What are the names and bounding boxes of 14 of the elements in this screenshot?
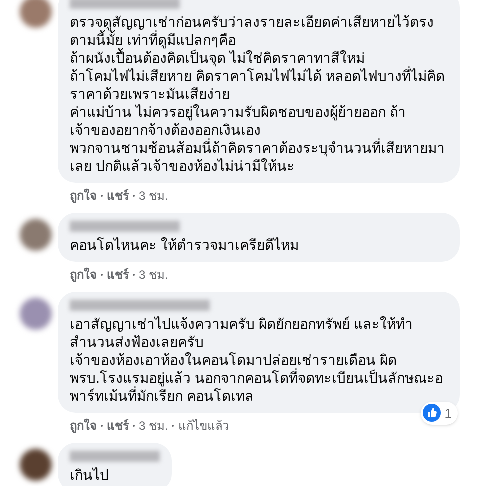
timestamp[interactable]: 3 ชม. (139, 187, 168, 205)
action-link[interactable]: ถูกใจ (70, 266, 97, 284)
action-link[interactable]: ถูกใจ (70, 187, 97, 205)
action-link[interactable]: แชร์ (107, 417, 129, 435)
action-link[interactable]: แชร์ (107, 187, 129, 205)
comment-text: เกินไป (70, 466, 110, 484)
reaction-badge[interactable]: 1 (420, 402, 458, 425)
comment-text: ตรวจดูสัญญาเช่าก่อนครับว่าลงรายละเอียดค่าเสียหายไว้ตรงตามนี้มั้ย เท่าที่ดูมีแปลกๆคือ ถ้าผนังเปื้อนต้องคิดเป็นจุด ไม่ใช่คิดราคาทาสีใหม่ ถ้าโคมไฟไม่เสียหาย คิดราคาโคมไฟไม่ได้ หลอดไฟบางที่ไม่คิดราคาด้วยเพราะมันเสียง่าย ค่าแม่บ้าน ไม่ควรอยู่ในความรับผิดชอบของผู้ย้ายออก ถ้าเจ้าของอยากจ้างต้องออกเงินเอง พวกจานชามช้อนส้อมนี่ถ้าคิดราคาต้องระบุจำนวนที่เสียหายมาเลย ปกติแล้วเจ้าของห้องไม่น่ามีให้นะ (70, 13, 446, 175)
timestamp[interactable]: 3 ชม. (139, 417, 168, 435)
action-link[interactable]: ถูกใจ (70, 417, 97, 435)
edited-label: แก้ไขแล้ว (178, 418, 230, 435)
comment-text: คอนโดไหนคะ ให้ตำรวจมาเครียดีไหม (70, 236, 300, 254)
timestamp[interactable]: 3 ชม. (139, 266, 168, 284)
action-link[interactable]: แชร์ (107, 266, 129, 284)
